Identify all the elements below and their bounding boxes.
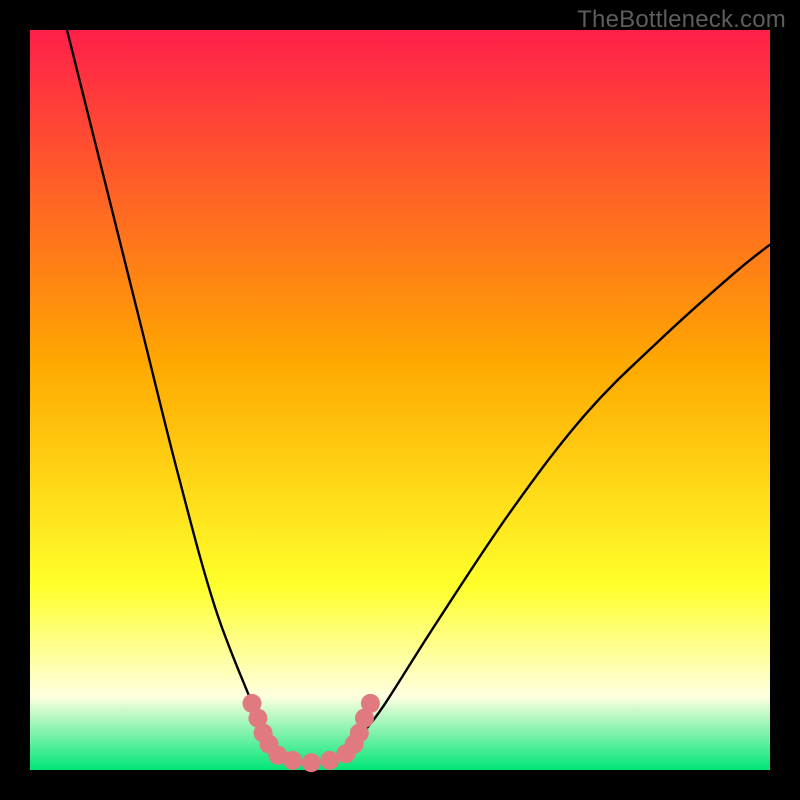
bottleneck-curve-chart	[0, 0, 800, 800]
bottleneck-marker	[361, 694, 380, 713]
watermark-text: TheBottleneck.com	[577, 6, 786, 34]
plot-area	[30, 30, 770, 770]
bottleneck-marker	[320, 751, 339, 770]
bottleneck-marker	[302, 753, 321, 772]
chart-stage: TheBottleneck.com	[0, 0, 800, 800]
bottleneck-marker	[283, 751, 302, 770]
